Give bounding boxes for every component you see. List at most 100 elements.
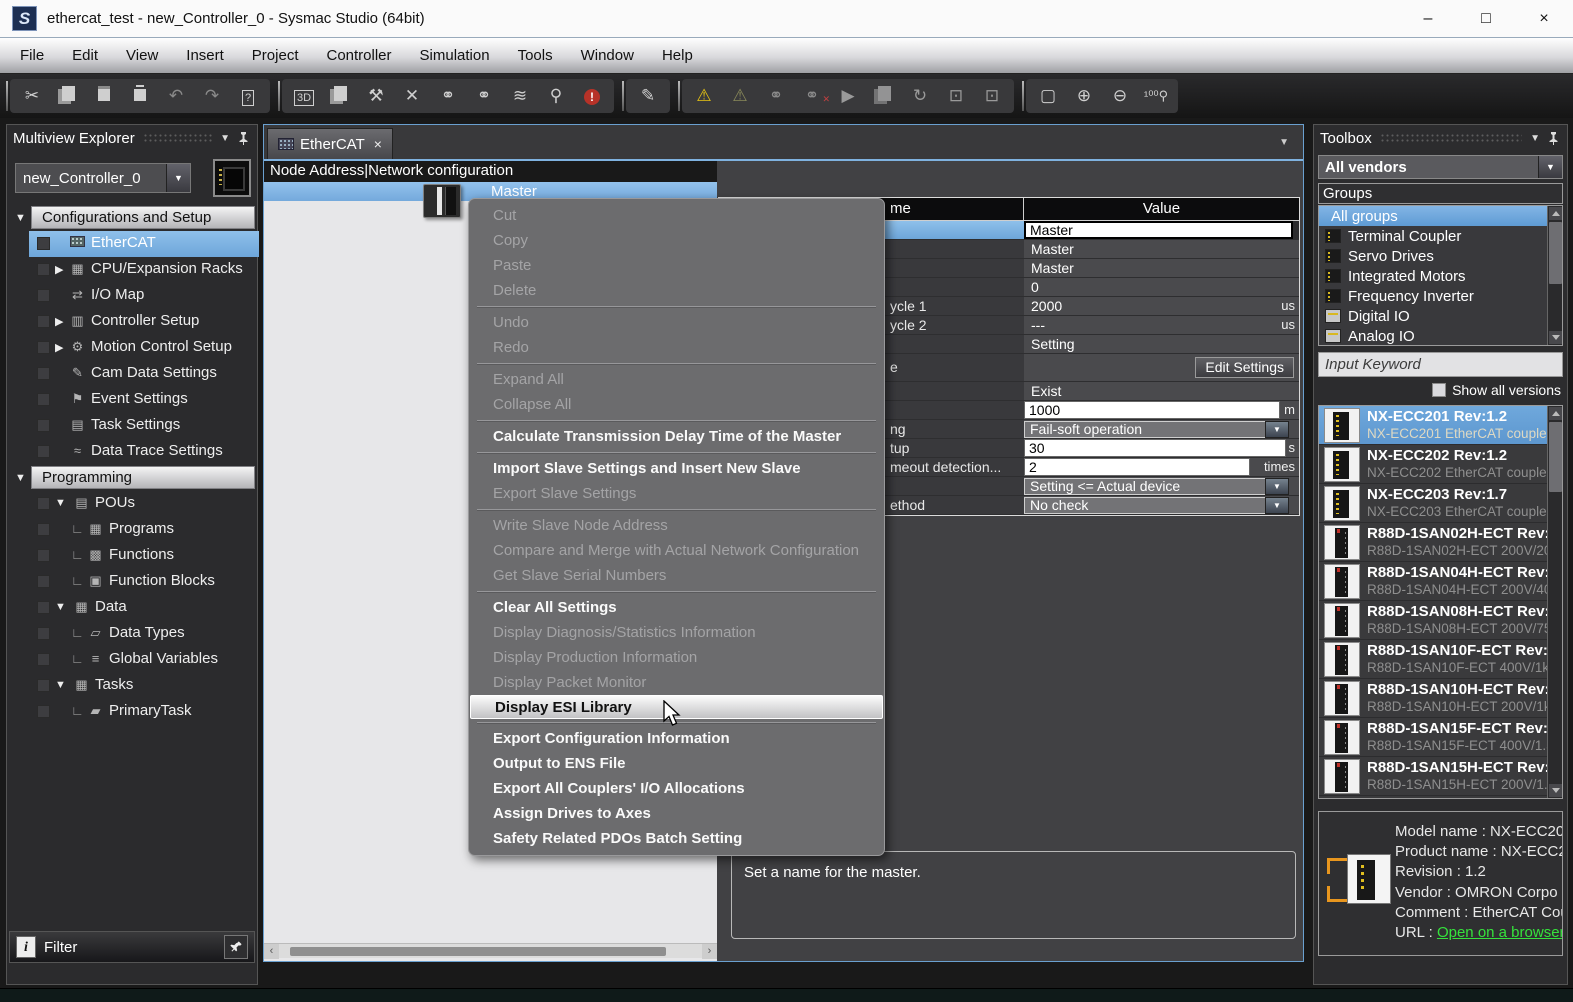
menu-item-export-couplers-io[interactable]: Export All Couplers' I/O Allocations (469, 776, 884, 801)
tree-item-io-map[interactable]: ⇄ I/O Map (7, 283, 257, 309)
filter-pin-button[interactable] (224, 935, 248, 959)
menu-item-safety-pdos-batch[interactable]: Safety Related PDOs Batch Setting (469, 826, 884, 851)
menu-item-write-slave-node-address[interactable]: Write Slave Node Address (469, 513, 884, 538)
chevron-down-icon[interactable]: ▼ (1538, 156, 1562, 178)
menu-view[interactable]: View (112, 38, 172, 74)
tab-ethercat[interactable]: EtherCAT × (267, 128, 393, 159)
zoom-100-icon[interactable]: ¹⁰⁰⚲ (1138, 88, 1174, 104)
scrollbar-thumb[interactable] (1549, 422, 1562, 492)
menu-item-clear-all-settings[interactable]: Clear All Settings (469, 595, 884, 620)
revision-check-dropdown[interactable]: Setting <= Actual device ▼ (1024, 478, 1289, 495)
chevron-down-icon[interactable]: ▼ (166, 164, 190, 192)
group-item-terminal-coupler[interactable]: Terminal Coupler (1319, 226, 1562, 246)
group-item-digital-io[interactable]: Digital IO (1319, 306, 1562, 326)
fit-zoom-icon[interactable]: ▢ (1030, 86, 1066, 106)
tree-item-pous[interactable]: ▼ ▤ POUs (7, 491, 257, 517)
section-programming[interactable]: Programming (31, 466, 255, 489)
device-item-r88d-1san08h[interactable]: R88D-1SAN08H-ECT Rev:1.0 R88D-1SAN08H-EC… (1319, 601, 1562, 640)
collapse-arrow-icon[interactable]: ▼ (55, 497, 66, 509)
device-item-r88d-1san04h[interactable]: R88D-1SAN04H-ECT Rev:1.0 R88D-1SAN04H-EC… (1319, 562, 1562, 601)
tree-item-task-settings[interactable]: ▤ Task Settings (7, 413, 257, 439)
tab-list-icon[interactable]: ▼ (1279, 137, 1289, 148)
view-3d-icon[interactable]: 3D (286, 86, 322, 106)
tree-item-global-variables[interactable]: ∟ ≡ Global Variables (7, 647, 257, 673)
tree-item-data-types[interactable]: ∟ ▱ Data Types (7, 621, 257, 647)
zoom-in-icon[interactable]: ⊕ (1066, 86, 1102, 106)
chevron-down-icon[interactable]: ▼ (1265, 497, 1289, 514)
horizontal-scrollbar[interactable]: ‹ › (264, 943, 717, 958)
value-input[interactable] (1024, 439, 1286, 457)
group-item-all-groups[interactable]: All groups (1319, 206, 1562, 226)
group-item-analog-io[interactable]: Analog IO (1319, 326, 1562, 346)
menu-help[interactable]: Help (648, 38, 707, 74)
tree-item-data-trace-settings[interactable]: ≈ Data Trace Settings (7, 439, 257, 465)
device-item-r88d-1san10f[interactable]: R88D-1SAN10F-ECT Rev:1.0 R88D-1SAN10F-EC… (1319, 640, 1562, 679)
menu-item-display-diagnosis[interactable]: Display Diagnosis/Statistics Information (469, 620, 884, 645)
chevron-down-icon[interactable]: ▼ (1265, 478, 1289, 495)
device-name-input[interactable] (1024, 221, 1293, 239)
collapse-arrow-icon[interactable]: ▼ (15, 212, 26, 224)
scroll-up-icon[interactable] (1549, 407, 1562, 420)
download-icon[interactable]: ⊡ (938, 86, 974, 106)
menu-item-copy[interactable]: Copy (469, 228, 884, 253)
scroll-right-icon[interactable]: › (702, 944, 717, 959)
vendor-filter-dropdown[interactable]: All vendors ▼ (1318, 155, 1563, 179)
check-method-dropdown[interactable]: No check ▼ (1024, 497, 1289, 514)
section-configurations[interactable]: Configurations and Setup (31, 206, 255, 229)
warning-dim-icon[interactable]: ⚠ (722, 86, 758, 106)
menu-item-export-slave-settings[interactable]: Export Slave Settings (469, 481, 884, 506)
collapse-arrow-icon[interactable]: ▼ (15, 472, 26, 484)
upload-icon[interactable]: ⊡ (974, 86, 1010, 106)
collapse-arrow-icon[interactable]: ▼ (55, 601, 66, 613)
scroll-down-icon[interactable] (1549, 784, 1562, 797)
transfer-icon[interactable] (866, 86, 902, 106)
edit-settings-button[interactable]: Edit Settings (1195, 357, 1294, 378)
menu-item-import-slave-settings[interactable]: Import Slave Settings and Insert New Sla… (469, 456, 884, 481)
menu-item-export-configuration-info[interactable]: Export Configuration Information (469, 726, 884, 751)
chevron-down-icon[interactable]: ▼ (1265, 421, 1289, 438)
groups-scrollbar[interactable] (1547, 206, 1562, 345)
tree-item-function-blocks[interactable]: ∟ ▣ Function Blocks (7, 569, 257, 595)
scroll-up-icon[interactable] (1549, 207, 1562, 220)
menu-item-display-packet-monitor[interactable]: Display Packet Monitor (469, 670, 884, 695)
filter-bar[interactable]: i Filter (9, 931, 255, 963)
device-item-nx-ecc202[interactable]: NX-ECC202 Rev:1.2 NX-ECC202 EtherCAT cou… (1319, 445, 1562, 484)
menu-item-undo[interactable]: Undo (469, 310, 884, 335)
group-item-frequency-inverter[interactable]: Frequency Inverter (1319, 286, 1562, 306)
scrollbar-thumb[interactable] (290, 947, 666, 956)
menu-controller[interactable]: Controller (312, 38, 405, 74)
keyword-search-input[interactable] (1318, 352, 1563, 377)
menu-tools[interactable]: Tools (504, 38, 567, 74)
failsoft-dropdown[interactable]: Fail-soft operation ▼ (1024, 421, 1289, 438)
monitor-icon[interactable]: ⚭ (758, 86, 794, 106)
menu-simulation[interactable]: Simulation (406, 38, 504, 74)
menu-item-output-to-ens-file[interactable]: Output to ENS File (469, 751, 884, 776)
rebuild-icon[interactable]: ✕ (394, 86, 430, 106)
tree-item-event-settings[interactable]: ⚑ Event Settings (7, 387, 257, 413)
troubleshoot-icon[interactable]: ! (574, 86, 610, 106)
menu-item-display-production-info[interactable]: Display Production Information (469, 645, 884, 670)
device-item-r88d-1san15f[interactable]: R88D-1SAN15F-ECT Rev:1.0 R88D-1SAN15F-EC… (1319, 718, 1562, 757)
close-button[interactable]: × (1515, 0, 1573, 37)
value-input[interactable] (1024, 458, 1250, 476)
build-icon[interactable]: ⚒ (358, 86, 394, 106)
warning-icon[interactable]: ⚠ (686, 86, 722, 106)
tree-item-ethercat[interactable]: EtherCAT (29, 231, 259, 257)
menu-item-compare-and-merge[interactable]: Compare and Merge with Actual Network Co… (469, 538, 884, 563)
minimize-button[interactable]: – (1399, 0, 1457, 37)
help-icon[interactable]: ? (230, 86, 266, 106)
tree-item-cpu-expansion-racks[interactable]: ▶ ▦ CPU/Expansion Racks (7, 257, 257, 283)
value-input[interactable] (1024, 401, 1280, 419)
redo-icon[interactable]: ↷ (194, 86, 230, 106)
monitor-watch-icon[interactable]: ⚭ (430, 86, 466, 106)
pin-icon[interactable] (238, 131, 249, 145)
expand-arrow-icon[interactable]: ▶ (55, 315, 63, 328)
edit-online-icon[interactable]: ✎ (630, 86, 666, 106)
device-item-nx-ecc201[interactable]: NX-ECC201 Rev:1.2 NX-ECC201 EtherCAT cou… (1319, 406, 1562, 445)
menu-item-cut[interactable]: Cut (469, 203, 884, 228)
show-all-versions-checkbox[interactable] (1432, 383, 1446, 397)
device-item-r88d-1san15h[interactable]: R88D-1SAN15H-ECT Rev:1.0 R88D-1SAN15H-EC… (1319, 757, 1562, 796)
maximize-button[interactable]: □ (1457, 0, 1515, 37)
group-item-integrated-motors[interactable]: Integrated Motors (1319, 266, 1562, 286)
device-list-scrollbar[interactable] (1547, 406, 1562, 798)
